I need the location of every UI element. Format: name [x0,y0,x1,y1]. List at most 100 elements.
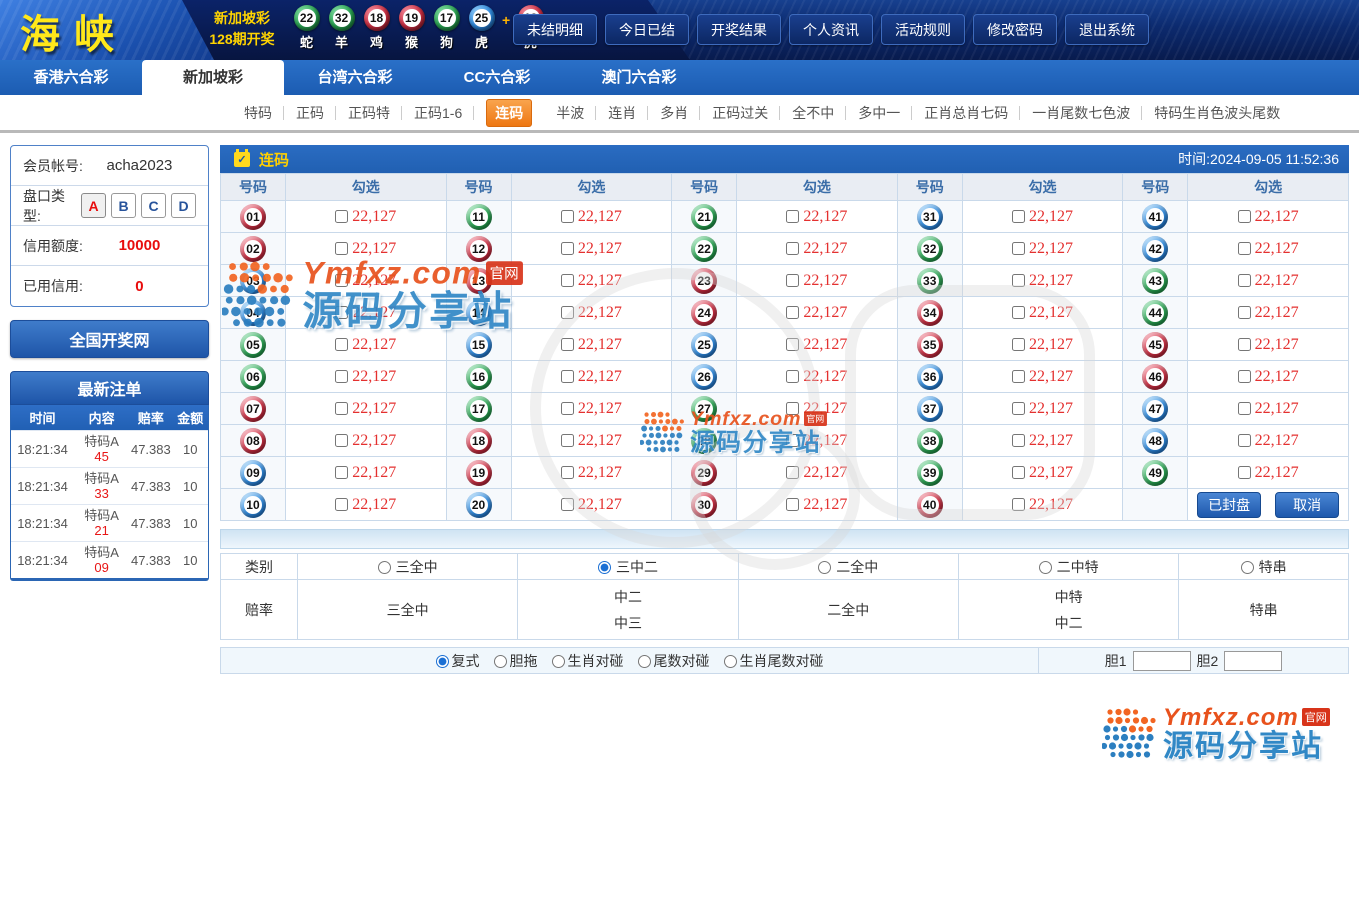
odds-checkbox-44[interactable] [1238,306,1251,319]
odds-checkbox-15[interactable] [561,338,574,351]
category-option-二中特[interactable]: 二中特 [1039,559,1099,575]
category-option-三全中[interactable]: 三全中 [378,559,438,575]
odds-checkbox-40[interactable] [1012,498,1025,511]
odds-checkbox-08[interactable] [335,434,348,447]
header-menu-今日已结[interactable]: 今日已结 [605,14,689,45]
odds-checkbox-48[interactable] [1238,434,1251,447]
odds-option[interactable]: 22,127 [1012,208,1073,225]
odds-option[interactable]: 22,127 [335,304,396,321]
tab-CC六合彩[interactable]: CC六合彩 [426,60,568,95]
odds-checkbox-05[interactable] [335,338,348,351]
tab-澳门六合彩[interactable]: 澳门六合彩 [568,60,710,95]
odds-option[interactable]: 22,127 [1238,432,1299,449]
header-menu-个人资讯[interactable]: 个人资讯 [789,14,873,45]
odds-option[interactable]: 22,127 [1238,368,1299,385]
category-radio-三全中[interactable] [378,561,391,574]
odds-option[interactable]: 22,127 [1012,304,1073,321]
header-menu-开奖结果[interactable]: 开奖结果 [697,14,781,45]
odds-option[interactable]: 22,127 [1238,400,1299,417]
header-menu-退出系统[interactable]: 退出系统 [1065,14,1149,45]
odds-checkbox-27[interactable] [786,402,799,415]
odds-option[interactable]: 22,127 [1238,336,1299,353]
odds-checkbox-09[interactable] [335,466,348,479]
odds-checkbox-18[interactable] [561,434,574,447]
odds-option[interactable]: 22,127 [561,368,622,385]
header-menu-修改密码[interactable]: 修改密码 [973,14,1057,45]
odds-option[interactable]: 22,127 [1238,208,1299,225]
odds-option[interactable]: 22,127 [335,368,396,385]
odds-option[interactable]: 22,127 [1238,240,1299,257]
mode-option-生肖对碰[interactable]: 生肖对碰 [552,651,624,671]
odds-checkbox-25[interactable] [786,338,799,351]
odds-checkbox-38[interactable] [1012,434,1025,447]
odds-checkbox-14[interactable] [561,306,574,319]
odds-checkbox-31[interactable] [1012,210,1025,223]
odds-option[interactable]: 22,127 [1238,272,1299,289]
odds-checkbox-24[interactable] [786,306,799,319]
odds-option[interactable]: 22,127 [786,464,847,481]
category-radio-特串[interactable] [1241,561,1254,574]
plate-type-C[interactable]: C [141,193,166,218]
odds-checkbox-06[interactable] [335,370,348,383]
odds-option[interactable]: 22,127 [786,400,847,417]
category-radio-三中二[interactable] [598,561,611,574]
odds-option[interactable]: 22,127 [786,368,847,385]
odds-checkbox-42[interactable] [1238,242,1251,255]
odds-checkbox-33[interactable] [1012,274,1025,287]
plate-type-B[interactable]: B [111,193,136,218]
subnav-正码过关[interactable]: 正码过关 [700,103,780,123]
odds-checkbox-07[interactable] [335,402,348,415]
odds-checkbox-32[interactable] [1012,242,1025,255]
tab-新加坡彩[interactable]: 新加坡彩 [142,60,284,95]
odds-option[interactable]: 22,127 [335,208,396,225]
closed-button[interactable]: 已封盘 [1197,492,1261,518]
odds-checkbox-39[interactable] [1012,466,1025,479]
odds-checkbox-43[interactable] [1238,274,1251,287]
odds-option[interactable]: 22,127 [335,336,396,353]
category-option-特串[interactable]: 特串 [1241,559,1287,575]
odds-option[interactable]: 22,127 [786,496,847,513]
odds-option[interactable]: 22,127 [786,208,847,225]
subnav-正码特[interactable]: 正码特 [336,103,402,123]
odds-checkbox-26[interactable] [786,370,799,383]
category-radio-二全中[interactable] [818,561,831,574]
odds-option[interactable]: 22,127 [1012,432,1073,449]
category-option-二全中[interactable]: 二全中 [818,559,878,575]
mode-option-胆拖[interactable]: 胆拖 [494,651,538,671]
odds-checkbox-11[interactable] [561,210,574,223]
odds-option[interactable]: 22,127 [561,240,622,257]
odds-option[interactable]: 22,127 [1012,272,1073,289]
odds-checkbox-29[interactable] [786,466,799,479]
odds-checkbox-30[interactable] [786,498,799,511]
tab-台湾六合彩[interactable]: 台湾六合彩 [284,60,426,95]
odds-option[interactable]: 22,127 [786,304,847,321]
tab-香港六合彩[interactable]: 香港六合彩 [0,60,142,95]
subnav-一肖尾数七色波[interactable]: 一肖尾数七色波 [1020,103,1142,123]
odds-option[interactable]: 22,127 [1012,336,1073,353]
odds-option[interactable]: 22,127 [335,432,396,449]
odds-option[interactable]: 22,127 [786,272,847,289]
subnav-连肖[interactable]: 连肖 [596,103,648,123]
mode-radio-生肖对碰[interactable] [552,655,565,668]
subnav-多肖[interactable]: 多肖 [648,103,700,123]
mode-radio-尾数对碰[interactable] [638,655,651,668]
odds-option[interactable]: 22,127 [335,240,396,257]
odds-checkbox-35[interactable] [1012,338,1025,351]
odds-option[interactable]: 22,127 [786,240,847,257]
odds-option[interactable]: 22,127 [561,432,622,449]
odds-checkbox-03[interactable] [335,274,348,287]
category-radio-二中特[interactable] [1039,561,1052,574]
odds-option[interactable]: 22,127 [561,304,622,321]
odds-checkbox-45[interactable] [1238,338,1251,351]
odds-option[interactable]: 22,127 [1238,304,1299,321]
subnav-多中一[interactable]: 多中一 [846,103,912,123]
subnav-全不中[interactable]: 全不中 [780,103,846,123]
odds-checkbox-21[interactable] [786,210,799,223]
odds-checkbox-34[interactable] [1012,306,1025,319]
subnav-正码1-6[interactable]: 正码1-6 [402,103,474,123]
odds-option[interactable]: 22,127 [1012,240,1073,257]
odds-option[interactable]: 22,127 [561,464,622,481]
odds-checkbox-01[interactable] [335,210,348,223]
odds-checkbox-19[interactable] [561,466,574,479]
dan2-input[interactable] [1224,651,1282,671]
